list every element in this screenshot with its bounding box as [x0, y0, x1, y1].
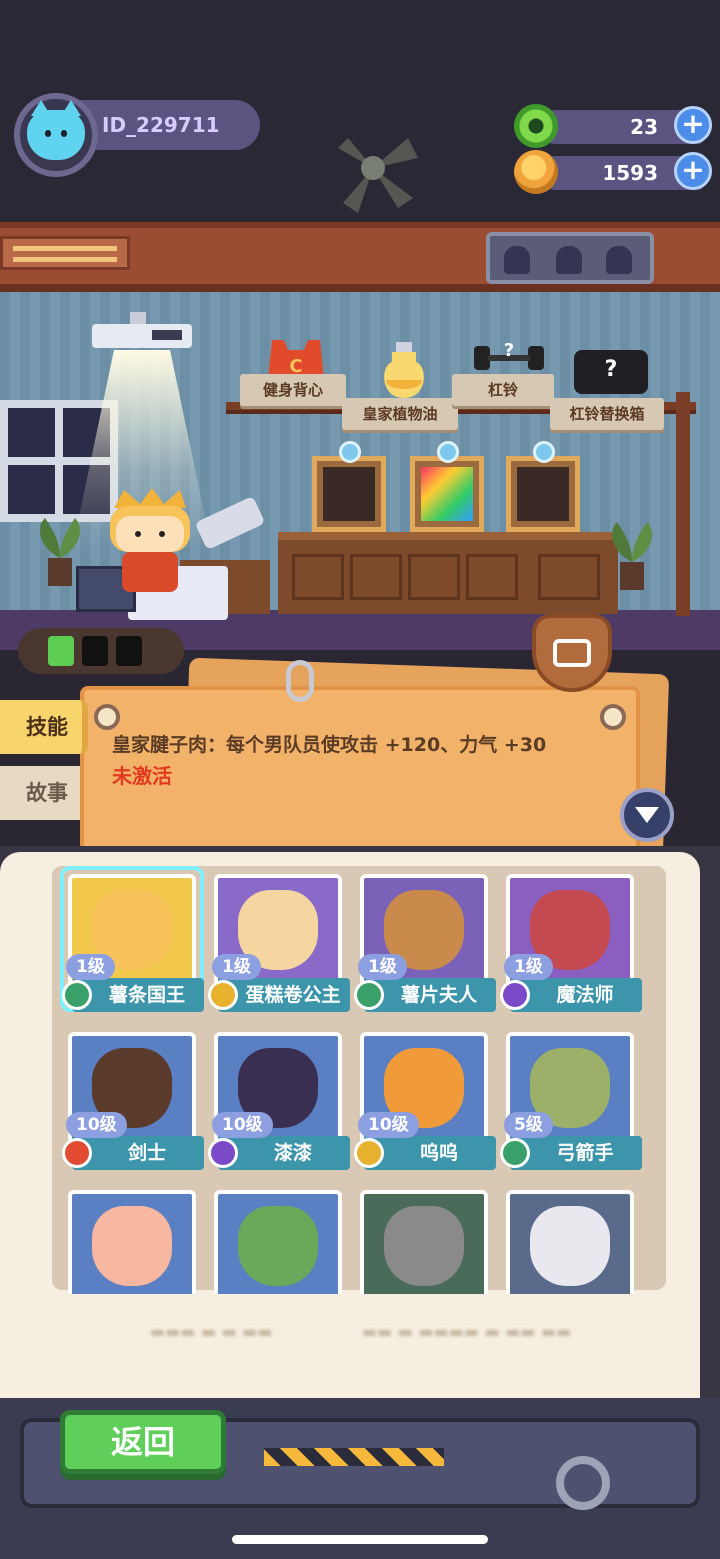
character-portrait: [238, 1206, 318, 1286]
item-tag-barbell[interactable]: 杠铃: [452, 374, 554, 406]
home-indicator[interactable]: [232, 1535, 488, 1544]
skill-description: 皇家腱子肉：每个男队员使攻击 +120、力气 +30: [112, 734, 547, 756]
chat-icon: [553, 639, 591, 667]
item-tag-mystery-box[interactable]: 杠铃替换箱: [550, 398, 664, 430]
cat-avatar-icon: [27, 100, 85, 160]
character-grid: 1级 薯条国王 1级 蛋糕卷公主 1级 薯片夫人 1级 魔法师 10级 剑士 10级 漆漆 10级 呜呜 5…: [60, 866, 658, 1294]
tab-story[interactable]: 故事: [0, 766, 88, 820]
character-level: 1级: [212, 954, 261, 980]
character-level: 10级: [358, 1112, 419, 1138]
back-button[interactable]: 返回: [60, 1410, 226, 1474]
character-level: 1级: [504, 954, 553, 980]
class-badge-icon: [500, 1138, 530, 1168]
character-card[interactable]: 10级 剑士: [62, 1026, 204, 1170]
battery-status: [18, 628, 184, 674]
character-card[interactable]: [62, 1184, 202, 1294]
character-card[interactable]: [500, 1184, 640, 1294]
battery-charged-icon: [48, 636, 74, 666]
character-level: 5级: [504, 1112, 553, 1138]
ghost-display-box: [486, 232, 654, 284]
dialogue-button[interactable]: [532, 614, 612, 692]
magnifier-icon[interactable]: [556, 1456, 610, 1510]
trophy-frame[interactable]: [410, 441, 484, 532]
coat-stand: [676, 392, 690, 616]
item-tag-oil[interactable]: 皇家植物油: [342, 398, 458, 430]
potted-plant-icon: [612, 522, 652, 590]
blurred-page-text: ▬▬ ▬ ▬▬▬▬ ▬ ▬▬ ▬▬: [362, 1322, 572, 1341]
mystery-box-icon[interactable]: ?: [570, 346, 652, 398]
trophy-frame[interactable]: [312, 441, 386, 532]
blurred-page-text: ▬▬▬ ▬ ▬ ▬▬: [150, 1322, 273, 1341]
ceiling-fan-icon: [338, 138, 418, 213]
green-gem-icon: [514, 104, 558, 148]
battery-empty-icon: [116, 636, 142, 666]
pin-icon: [94, 704, 120, 730]
gem-counter: 23 +: [514, 104, 718, 148]
lightbulb-icon: [533, 441, 555, 463]
player-id-label[interactable]: ID_229711: [70, 100, 260, 150]
filter-icon: [635, 807, 659, 823]
oil-bottle-icon[interactable]: [378, 342, 430, 400]
svg-text:?: ?: [605, 357, 618, 382]
trophy-frame[interactable]: [506, 441, 580, 532]
ceiling-lamp-icon: [92, 312, 192, 348]
character-level: 1级: [66, 954, 115, 980]
character-level: 10级: [212, 1112, 273, 1138]
barbell-icon[interactable]: ?: [474, 340, 544, 376]
gold-coin-icon: [514, 150, 558, 194]
character-level: 1级: [358, 954, 407, 980]
tab-skill[interactable]: 技能: [0, 700, 88, 754]
pin-icon: [600, 704, 626, 730]
character-portrait: [384, 1206, 464, 1286]
character-card[interactable]: 1级 魔法师: [500, 868, 642, 1012]
hazard-stripe: [264, 1448, 444, 1466]
coin-counter: 1593 +: [514, 150, 718, 194]
character-card[interactable]: 1级 薯条国王: [60, 866, 204, 1012]
character-portrait: [92, 1206, 172, 1286]
item-tag-vest[interactable]: 健身背心: [240, 374, 346, 406]
class-badge-icon: [500, 980, 530, 1010]
character-card[interactable]: [354, 1184, 494, 1294]
class-badge-icon: [354, 1138, 384, 1168]
character-card[interactable]: 5级 弓箭手: [500, 1026, 642, 1170]
lightbulb-icon: [339, 441, 361, 463]
class-badge-icon: [62, 1138, 92, 1168]
class-badge-icon: [208, 1138, 238, 1168]
character-card[interactable]: 10级 呜呜: [354, 1026, 496, 1170]
character-card[interactable]: [208, 1184, 348, 1294]
class-badge-icon: [62, 980, 92, 1010]
character-card[interactable]: 1级 薯片夫人: [354, 868, 496, 1012]
wooden-cabinet: [278, 532, 618, 614]
lightbulb-icon: [437, 441, 459, 463]
paper-clip-icon: [286, 660, 314, 702]
character-card[interactable]: 10级 漆漆: [208, 1026, 350, 1170]
class-badge-icon: [208, 980, 238, 1010]
class-badge-icon: [354, 980, 384, 1010]
svg-text:?: ?: [504, 340, 514, 361]
character-level: 10级: [66, 1112, 127, 1138]
battery-empty-icon: [82, 636, 108, 666]
character-portrait: [530, 1206, 610, 1286]
skill-info-board: 皇家腱子肉：每个男队员使攻击 +120、力气 +30 未激活: [80, 686, 640, 856]
character-card[interactable]: 1级 蛋糕卷公主: [208, 868, 350, 1012]
skill-status: 未激活: [112, 764, 172, 788]
air-vent: [0, 236, 130, 270]
add-coin-button[interactable]: +: [674, 152, 712, 190]
player-avatar[interactable]: [14, 93, 98, 177]
filter-button[interactable]: [620, 788, 674, 842]
king-hero-sprite[interactable]: [100, 488, 200, 598]
add-gem-button[interactable]: +: [674, 106, 712, 144]
